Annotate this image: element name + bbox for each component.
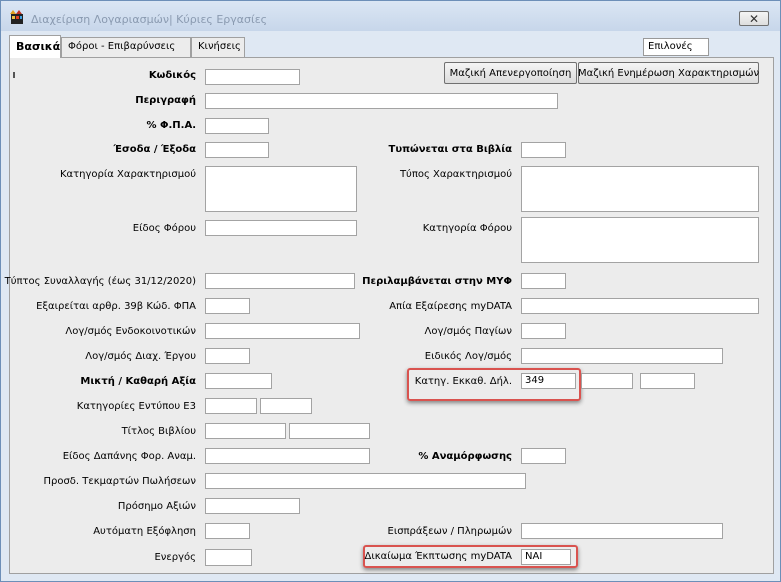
active-field[interactable] [205,549,252,566]
code-label: Κωδικός [148,70,196,81]
gross-net-label: Μικτή / Καθαρή Αξία [80,376,196,387]
characterization-type-field[interactable] [521,166,759,212]
tax-return-category-field-2[interactable] [581,373,633,389]
deduction-right-field[interactable]: ΝΑΙ [521,549,571,565]
project-management-label: Λογ/σμός Διαχ. Έργου [85,351,196,362]
receipts-payments-label: Εισπράξεων / Πληρωμών [387,526,513,537]
printed-in-books-field[interactable] [521,142,566,158]
window-title: Διαχείριση Λογαριασμών| Κύριες Εργασίες [31,13,268,26]
intra-community-label: Λογ/σμός Ενδοκοινοτικών [65,326,196,337]
fixed-assets-field[interactable] [521,323,566,339]
revaluation-label: % Αναμόρφωσης [418,451,512,462]
auto-settlement-field[interactable] [205,523,250,539]
book-title-field-2[interactable] [289,423,370,439]
exempt-39b-label: Εξαιρείται αρθρ. 39β Κώδ. ΦΠΑ [36,301,196,312]
revaluation-field[interactable] [521,448,566,464]
description-field[interactable] [205,93,558,109]
special-account-label: Ειδικός Λογ/σμός [424,351,512,362]
vat-field[interactable] [205,118,269,134]
tab-movements[interactable]: Κινήσεις [191,37,245,57]
tab-basics[interactable]: Βασικά [9,35,61,58]
characterization-type-label: Τύπος Χαρακτηρισμού [399,169,512,180]
tax-kind-label: Είδος Φόρου [132,223,196,234]
e3-category-field-2[interactable] [260,398,312,414]
description-label: Περιγραφή [135,95,196,106]
fixed-assets-label: Λογ/σμός Παγίων [424,326,513,337]
included-in-myf-field[interactable] [521,273,566,289]
close-icon: ✕ [748,11,760,26]
sales-presumptions-field[interactable] [205,473,526,489]
exemption-reason-label: Απία Εξαίρεσης myDATA [389,301,512,312]
tax-return-category-field[interactable]: 349 [521,373,576,389]
income-expense-label: Έσοδα / Έξοδα [113,144,196,155]
intra-community-field[interactable] [205,323,360,339]
book-title-field-1[interactable] [205,423,286,439]
deduction-right-label: Δικαίωμα Έκπτωσης myDATA [364,551,512,562]
expense-kind-label: Είδος Δαπάνης Φορ. Αναμ. [62,451,196,462]
options-dropdown[interactable]: Επιλονές [643,38,709,56]
basics-panel [9,57,774,574]
characterization-category-label: Κατηγορία Χαρακτηρισμού [59,169,196,180]
app-icon [10,10,23,24]
tax-category-label: Κατηγορία Φόρου [422,223,512,234]
main-window: Διαχείριση Λογαριασμών| Κύριες Εργασίες … [0,0,781,582]
printed-in-books-label: Τυπώνεται στα Βιβλία [388,144,512,155]
tab-taxes-charges[interactable]: Φόροι - Επιβαρύνσεις [61,37,191,57]
exempt-39b-field[interactable] [205,298,250,314]
transaction-type-field[interactable] [205,273,355,289]
book-title-label: Τίτλος Βιβλίου [121,426,196,437]
value-sign-field[interactable] [205,498,300,514]
included-in-myf-label: Περιλαμβάνεται στην ΜΥΦ [362,276,512,287]
special-account-field[interactable] [521,348,723,364]
income-expense-field[interactable] [205,142,269,158]
value-sign-label: Πρόσημο Αξιών [117,501,196,512]
characterization-category-field[interactable] [205,166,357,212]
expense-kind-field[interactable] [205,448,370,464]
receipts-payments-field[interactable] [521,523,723,539]
e3-category-field-1[interactable] [205,398,257,414]
mass-deactivation-button[interactable]: Μαζική Απενεργοποίηση [444,62,577,84]
active-label: Ενεργός [154,552,196,563]
transaction-type-label: Τύπτος Συναλλαγής (έως 31/12/2020) [4,276,196,287]
title-bar[interactable]: Διαχείριση Λογαριασμών| Κύριες Εργασίες … [1,1,780,31]
exemption-reason-field[interactable] [521,298,759,314]
auto-settlement-label: Αυτόματη Εξόφληση [93,526,196,537]
vat-label: % Φ.Π.Α. [146,120,196,131]
tax-kind-field[interactable] [205,220,357,236]
tax-return-category-label: Κατηγ. Εκκαθ. Δήλ. [414,376,512,387]
project-management-field[interactable] [205,348,250,364]
mass-update-characterizations-button[interactable]: Μαζική Ενημέρωση Χαρακτηρισμών [578,62,759,84]
code-field[interactable] [205,69,300,85]
close-button[interactable]: ✕ [739,11,769,26]
gross-net-field[interactable] [205,373,272,389]
scroll-marker [13,72,15,78]
e3-categories-label: Κατηγορίες Εντύπου Ε3 [76,401,196,412]
tax-category-field[interactable] [521,217,759,263]
tax-return-category-field-3[interactable] [640,373,695,389]
sales-presumptions-label: Προσδ. Τεκμαρτών Πωλήσεων [43,476,196,487]
